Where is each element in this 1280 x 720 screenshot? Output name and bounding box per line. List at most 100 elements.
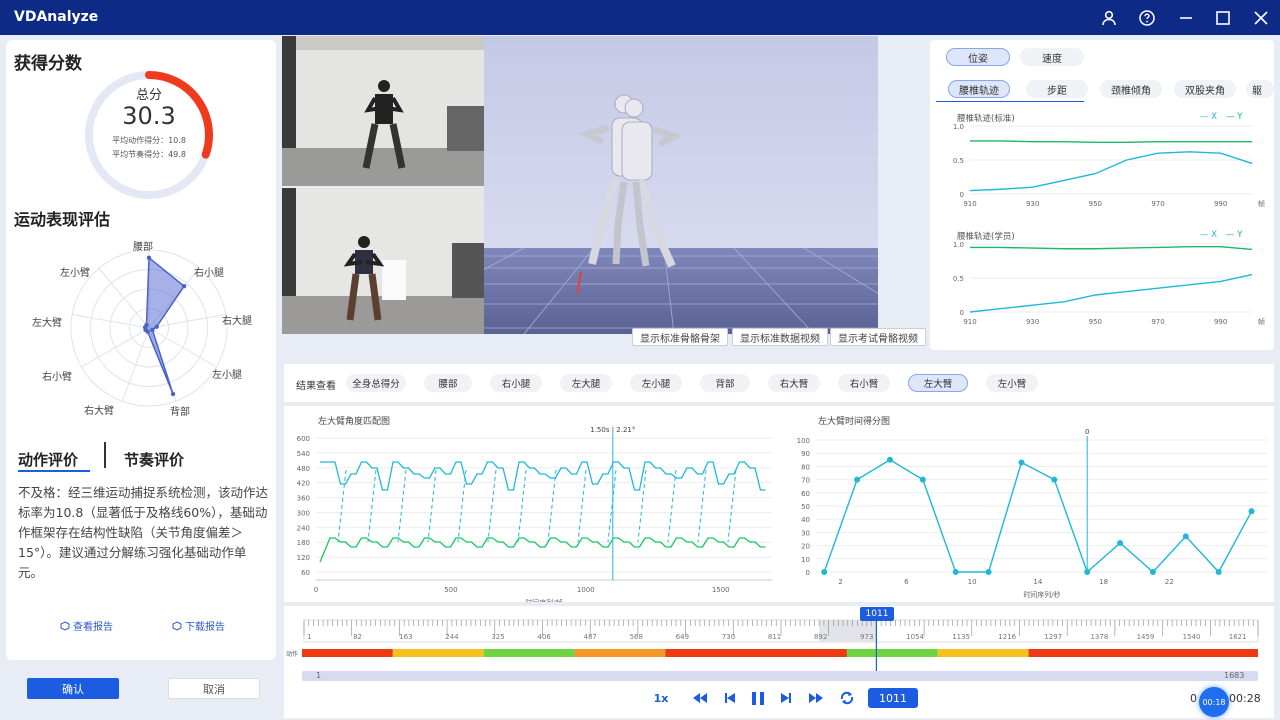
ruler-label: 325: [491, 633, 504, 641]
angle-y-tick: 120: [297, 554, 310, 562]
show-exam-video-button[interactable]: 显示考试骨骼视频: [830, 328, 926, 346]
mini-y-tick: 1.0: [953, 241, 964, 249]
mini-x-tick: 930: [1026, 318, 1039, 326]
angle-y-tick: 300: [297, 509, 310, 517]
ruler-label: 892: [814, 633, 827, 641]
speed-button[interactable]: 1x: [650, 688, 672, 708]
angle-cursor-label: 1.50s | 2.21°: [590, 426, 635, 434]
action-segment: [1028, 649, 1258, 657]
chip-1[interactable]: 腰部: [424, 374, 472, 392]
cancel-button[interactable]: 取消: [168, 678, 260, 699]
mini-y-tick: 0.5: [953, 157, 964, 165]
chip-9[interactable]: 左小臂: [986, 374, 1038, 392]
score-point: [854, 476, 861, 483]
angle-y-tick: 240: [297, 524, 310, 532]
previous-frame-icon[interactable]: [720, 688, 740, 708]
mini-x-tick: 990: [1214, 318, 1227, 326]
radar-label-left-upper-arm: 左大臂: [32, 318, 62, 329]
loop-icon[interactable]: [836, 688, 858, 708]
active-tab-underline: [18, 470, 90, 472]
frame-input[interactable]: 1011: [868, 688, 918, 708]
radar-label-right-calf: 右小腿: [194, 268, 224, 279]
download-report-link[interactable]: 下载报告: [172, 618, 225, 633]
sub-tab-underline: [936, 101, 1084, 102]
score-x-tick: 10: [968, 578, 977, 586]
chip-0[interactable]: 全身总得分: [346, 374, 406, 392]
radar-point: [144, 322, 149, 328]
radar-label-left-calf: 左小腿: [212, 370, 242, 381]
close-icon[interactable]: [1251, 8, 1271, 28]
chip-5[interactable]: 背部: [700, 374, 750, 392]
tab-thigh-angle[interactable]: 双股夹角: [1174, 80, 1236, 98]
mini-x-tick: 990: [1214, 200, 1227, 208]
score-panel: 获得分数 总分 30.3 平均动作得分：10.8 平均节奏得分：49.8 运动表…: [6, 40, 276, 660]
mini-x-unit: 帧: [1258, 317, 1265, 326]
radar-axis: [72, 313, 150, 329]
ruler-label: 1216: [998, 633, 1016, 641]
performance-title: 运动表现评估: [14, 210, 111, 229]
tab-torso[interactable]: 躯: [1246, 80, 1274, 98]
rewind-icon[interactable]: [690, 688, 710, 708]
ruler-label: 244: [445, 633, 459, 641]
result-view-label: 结果查看: [296, 381, 336, 392]
score-line: [823, 458, 1253, 574]
angle-y-tick: 600: [297, 435, 310, 443]
fast-forward-icon[interactable]: [806, 688, 826, 708]
chip-8[interactable]: 左大臂: [908, 374, 968, 392]
trajectory-panel: 位姿 速度 腰椎轨迹 步距 颈椎倾角 双股夹角 躯 腰椎轨迹(标准) — X —…: [930, 40, 1274, 350]
ruler-label: 973: [860, 633, 873, 641]
user-icon[interactable]: [1099, 8, 1119, 28]
tab-rhythm-eval[interactable]: 节奏评价: [124, 449, 184, 470]
timeline-marker-label[interactable]: 1011: [860, 607, 894, 621]
tab-step-distance[interactable]: 步距: [1026, 80, 1088, 98]
standard-camera-video[interactable]: [282, 36, 484, 186]
score-point: [1117, 539, 1124, 546]
rhythm-score: 平均节奏得分：49.8: [112, 150, 186, 159]
view-report-link[interactable]: 查看报告: [60, 618, 113, 633]
tab-neck-tilt[interactable]: 颈椎倾角: [1100, 80, 1162, 98]
radar-label-left-forearm: 左小臂: [60, 268, 90, 279]
ruler-label: 1378: [1090, 633, 1108, 641]
angle-y-tick: 420: [297, 480, 310, 488]
radar-label-waist: 腰部: [133, 242, 153, 253]
score-point: [821, 569, 828, 575]
current-time-knob[interactable]: 00:18: [1199, 687, 1229, 717]
show-skeleton-button[interactable]: 显示标准骨骼骨架: [632, 328, 728, 346]
show-standard-video-button[interactable]: 显示标准数据视频: [732, 328, 828, 346]
chip-6[interactable]: 右大臂: [768, 374, 820, 392]
angle-standard-line: [320, 461, 766, 491]
tab-speed[interactable]: 速度: [1020, 48, 1084, 66]
tab-pose[interactable]: 位姿: [946, 48, 1010, 66]
view-report-label: 查看报告: [73, 622, 113, 633]
angle-x-tick: 1500: [712, 586, 730, 594]
student-camera-video[interactable]: [282, 188, 484, 334]
score-point: [1248, 508, 1255, 515]
help-icon[interactable]: [1137, 8, 1157, 28]
app-title: VDAnalyze: [14, 9, 99, 25]
maximize-icon[interactable]: [1213, 8, 1233, 28]
skeleton-3d-viewer[interactable]: [484, 36, 878, 334]
ruler-label: 730: [722, 633, 735, 641]
radar-label-right-upper-arm: 右大臂: [84, 406, 114, 417]
radar-point: [154, 324, 159, 329]
angle-match-line: [637, 469, 647, 543]
next-frame-icon[interactable]: [776, 688, 796, 708]
score-point: [1018, 459, 1025, 466]
chip-3[interactable]: 左大腿: [560, 374, 612, 392]
chip-7[interactable]: 右小臂: [838, 374, 890, 392]
range-scrollbar[interactable]: [302, 671, 1258, 681]
tab-action-eval[interactable]: 动作评价: [18, 449, 78, 470]
score-title: 获得分数: [14, 54, 82, 74]
chip-2[interactable]: 右小腿: [490, 374, 542, 392]
time-total: 00:28: [1229, 692, 1261, 705]
pause-icon[interactable]: [748, 688, 768, 708]
score-x-label: 时间序列/秒: [1023, 590, 1060, 599]
tab-lumbar-trajectory[interactable]: 腰椎轨迹: [948, 80, 1010, 98]
chip-4[interactable]: 左小腿: [630, 374, 682, 392]
angle-match-line: [457, 469, 467, 543]
score-x-tick: 14: [1033, 578, 1042, 586]
mini-y-tick: 1.0: [953, 123, 964, 131]
minimize-icon[interactable]: [1176, 8, 1196, 28]
confirm-button[interactable]: 确认: [27, 678, 119, 699]
chart2-plot: 1.0 0.5 0910 930 950 970 990 帧: [953, 241, 1265, 326]
